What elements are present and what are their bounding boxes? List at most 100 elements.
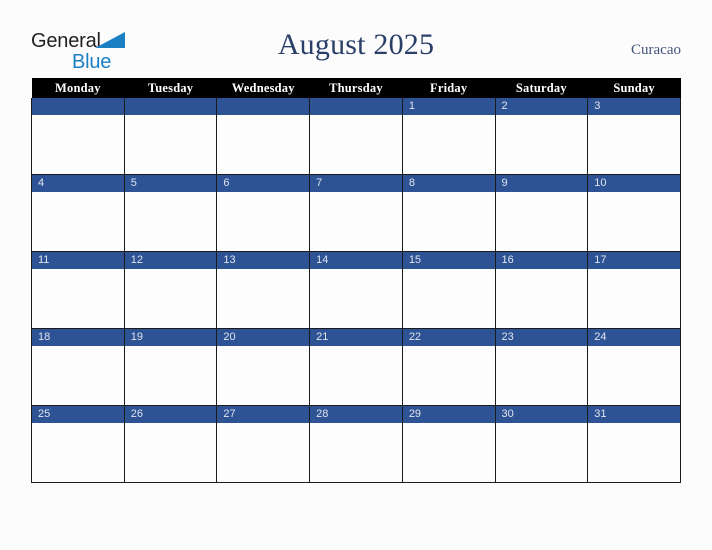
day-cell[interactable]: 28 — [309, 405, 403, 483]
day-events — [32, 346, 124, 405]
day-cell[interactable]: 2 — [494, 98, 589, 175]
day-events — [125, 115, 217, 174]
day-number: 19 — [124, 329, 217, 346]
day-cell[interactable]: 31 — [587, 405, 681, 483]
day-number: 25 — [32, 406, 124, 423]
day-number: 20 — [217, 329, 310, 346]
day-events — [125, 423, 217, 482]
calendar-week-row: 11 12 13 14 15 16 17 — [31, 251, 681, 329]
day-cell[interactable]: 3 — [587, 98, 681, 175]
day-number: 4 — [32, 175, 124, 192]
day-cell[interactable]: 8 — [401, 174, 496, 252]
day-cell[interactable]: 5 — [123, 174, 218, 252]
day-cell[interactable]: 22 — [401, 328, 496, 406]
day-events — [310, 192, 402, 251]
day-cell[interactable]: 21 — [309, 328, 403, 406]
day-cell[interactable]: 24 — [587, 328, 681, 406]
day-number: 7 — [310, 175, 402, 192]
calendar-header-row: Monday Tuesday Wednesday Thursday Friday… — [31, 78, 681, 98]
weekday-header-saturday: Saturday — [495, 78, 588, 98]
day-cell[interactable]: 4 — [31, 174, 125, 252]
day-number: 17 — [588, 252, 680, 269]
weekday-header-tuesday: Tuesday — [124, 78, 217, 98]
day-number: 29 — [402, 406, 495, 423]
day-cell[interactable]: 19 — [123, 328, 218, 406]
day-events — [403, 346, 495, 405]
day-cell[interactable]: 23 — [494, 328, 589, 406]
weekday-header-wednesday: Wednesday — [216, 78, 310, 98]
day-cell[interactable]: 12 — [123, 251, 218, 329]
day-events — [310, 423, 402, 482]
day-events — [217, 115, 309, 174]
day-cell[interactable]: 20 — [216, 328, 311, 406]
day-cell[interactable] — [216, 98, 311, 175]
day-cell[interactable]: 1 — [401, 98, 496, 175]
day-cell[interactable] — [123, 98, 218, 175]
day-number: 16 — [495, 252, 588, 269]
day-number: 23 — [495, 329, 588, 346]
calendar-body: 1 2 3 4 5 6 7 8 9 10 11 12 13 14 15 16 1… — [31, 98, 681, 483]
day-events — [217, 346, 309, 405]
day-events — [310, 269, 402, 328]
day-number: 2 — [495, 98, 588, 115]
day-number: 31 — [588, 406, 680, 423]
day-number — [310, 98, 402, 115]
day-cell[interactable]: 6 — [216, 174, 311, 252]
country-label: Curacao — [631, 42, 681, 58]
page-header: General Blue August 2025 Curacao — [0, 0, 712, 78]
day-cell[interactable]: 10 — [587, 174, 681, 252]
day-cell[interactable]: 16 — [494, 251, 589, 329]
day-cell[interactable]: 18 — [31, 328, 125, 406]
day-cell[interactable]: 14 — [309, 251, 403, 329]
day-number — [217, 98, 310, 115]
page-title: August 2025 — [277, 28, 435, 61]
day-events — [32, 192, 124, 251]
day-events — [496, 269, 588, 328]
day-events — [403, 269, 495, 328]
day-cell[interactable]: 25 — [31, 405, 125, 483]
day-cell[interactable] — [309, 98, 403, 175]
day-number: 26 — [124, 406, 217, 423]
day-number: 9 — [495, 175, 588, 192]
weekday-header-monday: Monday — [31, 78, 125, 98]
day-cell[interactable]: 11 — [31, 251, 125, 329]
calendar-week-row: 1 2 3 — [31, 98, 681, 175]
calendar-week-row: 18 19 20 21 22 23 24 — [31, 328, 681, 406]
day-cell[interactable]: 27 — [216, 405, 311, 483]
day-events — [588, 192, 680, 251]
day-cell[interactable]: 26 — [123, 405, 218, 483]
day-number: 10 — [588, 175, 680, 192]
day-number: 21 — [310, 329, 402, 346]
day-events — [588, 269, 680, 328]
day-cell[interactable]: 9 — [494, 174, 589, 252]
calendar-week-row: 25 26 27 28 29 30 31 — [31, 405, 681, 483]
day-cell[interactable]: 7 — [309, 174, 403, 252]
day-events — [496, 192, 588, 251]
day-number — [124, 98, 217, 115]
day-cell[interactable]: 17 — [587, 251, 681, 329]
day-events — [32, 115, 124, 174]
day-events — [588, 346, 680, 405]
day-events — [125, 269, 217, 328]
day-events — [496, 115, 588, 174]
day-events — [588, 115, 680, 174]
day-number: 12 — [124, 252, 217, 269]
day-cell[interactable] — [31, 98, 125, 175]
day-cell[interactable]: 29 — [401, 405, 496, 483]
day-events — [403, 115, 495, 174]
day-events — [496, 346, 588, 405]
day-number: 22 — [402, 329, 495, 346]
day-number: 11 — [32, 252, 124, 269]
day-number: 15 — [402, 252, 495, 269]
day-events — [125, 346, 217, 405]
day-events — [32, 269, 124, 328]
day-events — [496, 423, 588, 482]
day-events — [217, 192, 309, 251]
day-number: 30 — [495, 406, 588, 423]
day-number: 24 — [588, 329, 680, 346]
day-cell[interactable]: 13 — [216, 251, 311, 329]
day-events — [217, 423, 309, 482]
day-cell[interactable]: 30 — [494, 405, 589, 483]
day-cell[interactable]: 15 — [401, 251, 496, 329]
day-number: 6 — [217, 175, 310, 192]
